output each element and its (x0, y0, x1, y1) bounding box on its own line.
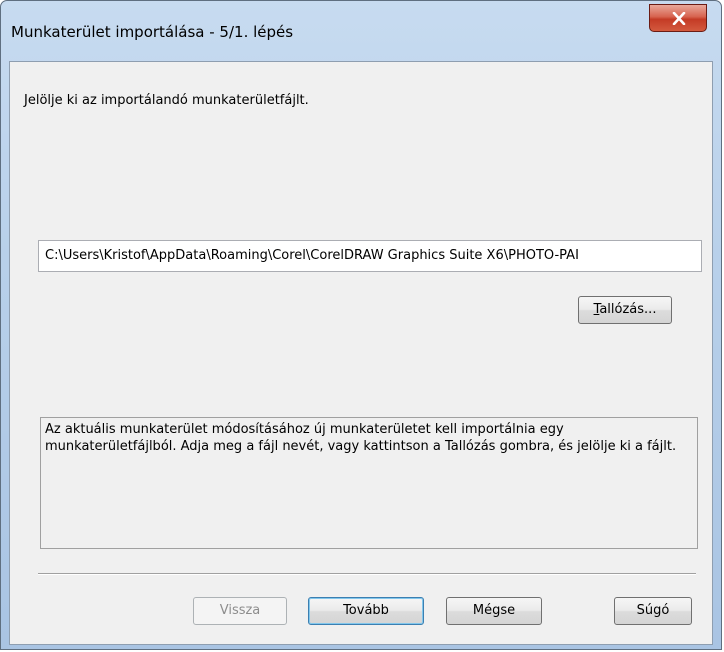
window-title: Munkaterület importálása - 5/1. lépés (11, 23, 294, 41)
dialog-window: Munkaterület importálása - 5/1. lépés Je… (0, 0, 722, 650)
browse-label: allózás... (599, 302, 657, 317)
close-icon (672, 12, 686, 25)
divider (38, 573, 696, 575)
back-button[interactable]: Vissza (193, 597, 287, 625)
cancel-button[interactable]: Mégse (446, 597, 542, 625)
browse-button[interactable]: Tallózás... (578, 296, 672, 324)
next-button[interactable]: Tovább (308, 597, 424, 625)
dialog-content: Jelölje ki az importálandó munkaterületf… (9, 61, 713, 645)
title-bar[interactable]: Munkaterület importálása - 5/1. lépés (1, 1, 721, 61)
description-box: Az aktuális munkaterület módosításához ú… (40, 417, 698, 549)
workspace-file-path-input[interactable]: C:\Users\Kristof\AppData\Roaming\Corel\C… (38, 240, 702, 272)
close-button[interactable] (649, 4, 707, 32)
help-button[interactable]: Súgó (614, 597, 692, 625)
instruction-text: Jelölje ki az importálandó munkaterületf… (24, 93, 309, 108)
